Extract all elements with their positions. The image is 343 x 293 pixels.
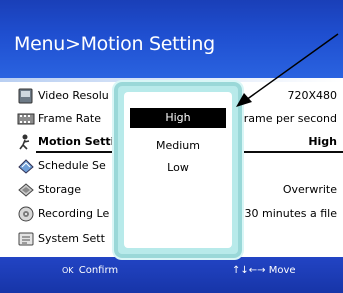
ok-key-label: OK (62, 266, 74, 275)
menu-item-value: rame per second (243, 112, 337, 125)
menu-item-value: 30 minutes a file (244, 207, 337, 220)
dvr-menu-screen: Menu>Motion Setting Video Resolu 720X480 (0, 0, 343, 293)
menu-item-label: Motion Setti (38, 135, 115, 148)
schedule-icon (18, 159, 34, 174)
menu-item-label: Storage (38, 183, 82, 196)
header-bar: Menu>Motion Setting (0, 0, 343, 78)
storage-icon (18, 183, 34, 197)
menu-item-value: 720X480 (287, 89, 337, 102)
move-hint: ↑↓←→ Move (232, 265, 296, 276)
menu-item-label: Schedule Se (38, 159, 106, 172)
recording-icon (18, 206, 34, 222)
motion-icon (19, 134, 30, 150)
move-label: Move (268, 265, 296, 276)
option-medium[interactable]: Medium (130, 136, 226, 156)
page-title: Menu>Motion Setting (14, 33, 215, 55)
option-low[interactable]: Low (130, 158, 226, 178)
menu-item-value: Overwrite (282, 183, 337, 196)
confirm-hint: OK Confirm (62, 265, 118, 276)
arrow-keys-label: ↑↓←→ (232, 265, 266, 276)
popup-options-panel: High Medium Low (124, 92, 232, 248)
menu-item-value: High (308, 135, 337, 148)
menu-item-label: Recording Le (38, 207, 110, 220)
option-high[interactable]: High (130, 108, 226, 128)
system-icon (18, 232, 34, 246)
motion-level-popup: High Medium Low (112, 80, 244, 260)
menu-item-label: System Sett (38, 232, 105, 245)
menu-item-label: Video Resolu (38, 89, 109, 102)
confirm-label: Confirm (78, 265, 119, 276)
film-icon (17, 113, 35, 125)
menu-item-label: Frame Rate (38, 112, 101, 125)
video-icon (18, 88, 33, 104)
footer-bar: OK Confirm ↑↓←→ Move (0, 257, 343, 293)
